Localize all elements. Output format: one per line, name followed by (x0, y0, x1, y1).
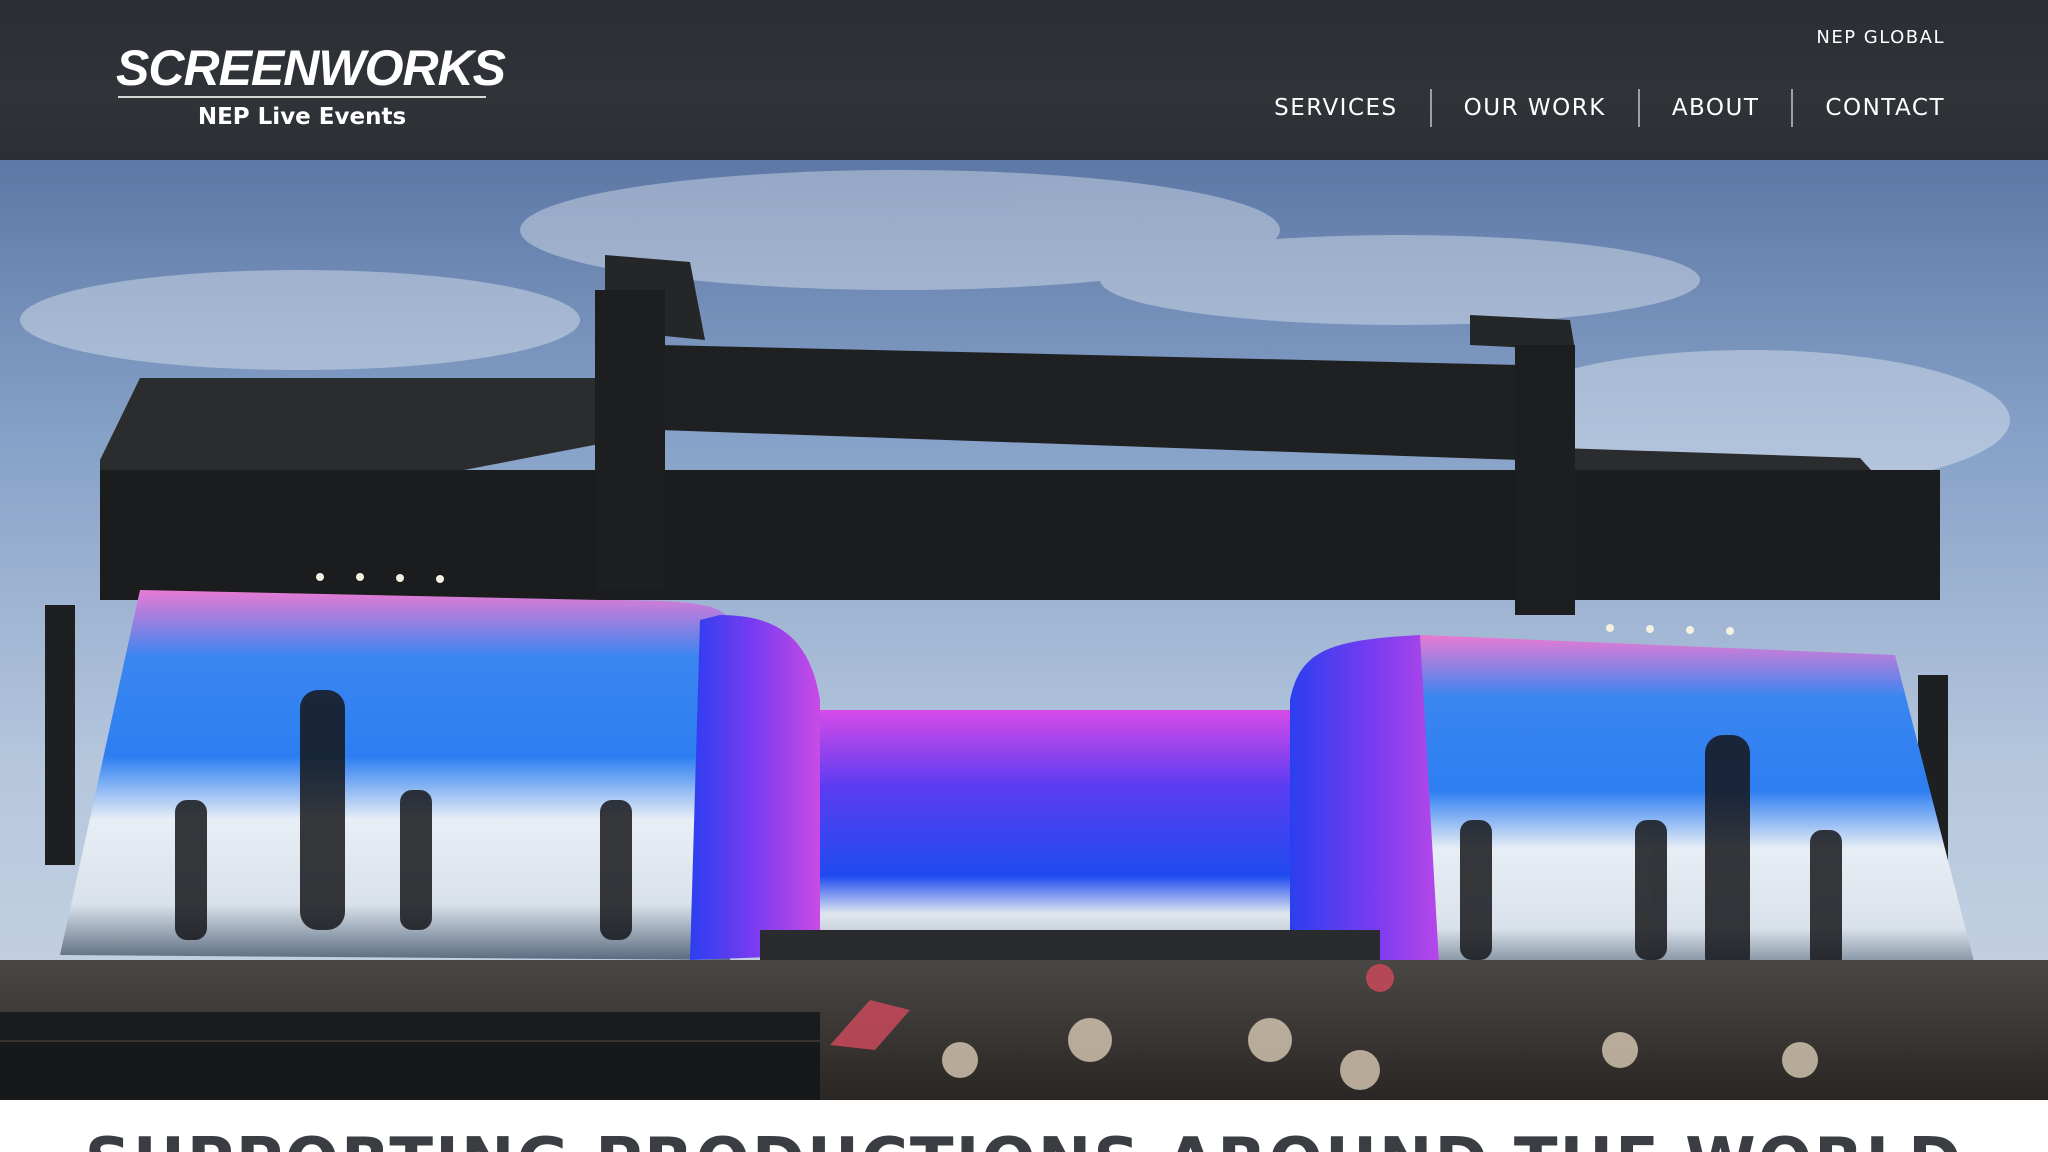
logo-subline: NEP Live Events (197, 104, 407, 130)
nav-services[interactable]: SERVICES (1274, 88, 1398, 128)
nav-contact[interactable]: CONTACT (1825, 88, 1945, 128)
logo-divider (118, 96, 486, 98)
nav-our-work[interactable]: OUR WORK (1464, 88, 1606, 128)
nep-global-link[interactable]: NEP GLOBAL (1816, 26, 1945, 50)
hero-image (0, 160, 2048, 1100)
nav-divider (1429, 89, 1432, 127)
nav-about[interactable]: ABOUT (1672, 88, 1760, 128)
stage-illustration (0, 170, 2048, 1100)
site-header: SCREENWORKS NEP Live Events NEP GLOBAL S… (0, 0, 2048, 160)
intro-band: SUPPORTING PRODUCTIONS AROUND THE WORLD (0, 1100, 2048, 1152)
section-heading: SUPPORTING PRODUCTIONS AROUND THE WORLD (0, 1124, 2048, 1152)
main-nav: SERVICES OUR WORK ABOUT CONTACT (1274, 88, 1945, 128)
nav-divider (1791, 89, 1794, 127)
nav-divider (1637, 89, 1640, 127)
logo-wordmark: SCREENWORKS (116, 40, 506, 96)
screenworks-logo[interactable]: SCREENWORKS NEP Live Events (116, 38, 506, 133)
